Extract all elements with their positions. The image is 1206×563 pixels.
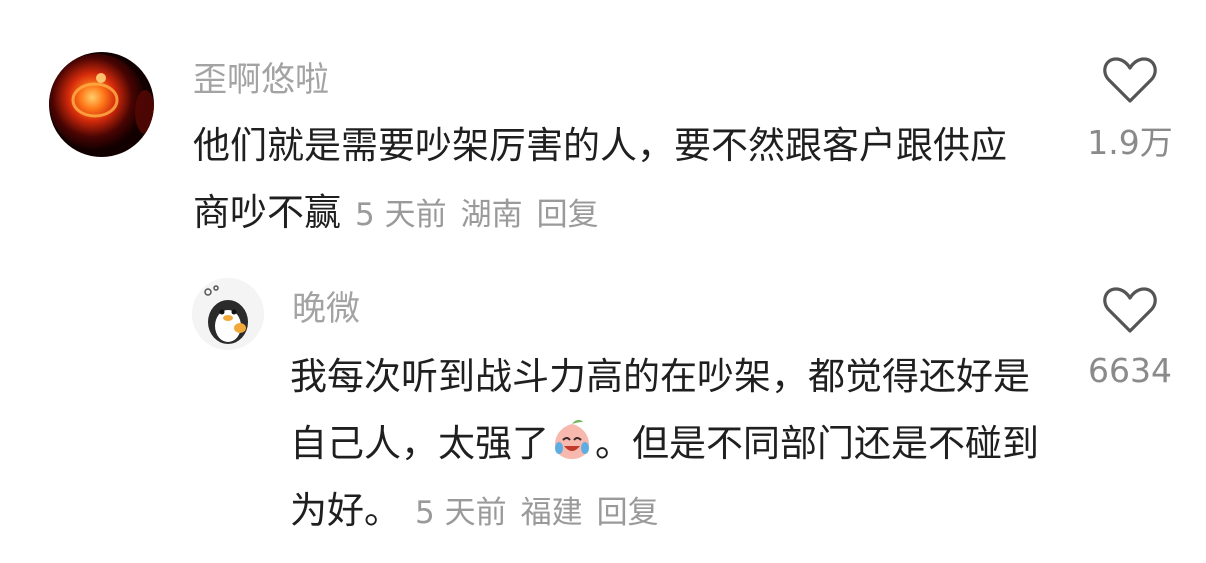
avatar[interactable]: [49, 52, 154, 157]
reply-button[interactable]: 回复: [597, 495, 659, 531]
heart-icon: [1103, 57, 1157, 103]
like-button[interactable]: 1.9万: [1085, 55, 1175, 163]
comment-location: 湖南: [460, 197, 523, 233]
reply-item: 晚微 我每次听到战斗力高的在吵架，都觉得还好是自己人，太强了 。但是不同部门还是…: [0, 260, 1206, 563]
comment-meta: 5 天前 湖南 回复: [355, 197, 613, 233]
reply-meta: 5 天前 福建 回复: [415, 495, 673, 531]
comment-username[interactable]: 歪啊悠啦: [193, 60, 329, 100]
like-count: 1.9万: [1087, 123, 1173, 162]
penguin-avatar-image: [192, 278, 264, 350]
crying-laughing-peach-emoji-icon: [555, 419, 589, 459]
reply-time: 5 天前: [415, 495, 507, 531]
reply-location: 福建: [520, 495, 583, 531]
comment-item: 歪啊悠啦 他们就是需要吵架厉害的人，要不然跟客户跟供应商吵不赢 5 天前 湖南 回复 …: [0, 0, 1206, 260]
like-button[interactable]: 6634: [1083, 285, 1177, 391]
comment-time: 5 天前: [355, 197, 447, 233]
reply-text: 我每次听到战斗力高的在吵架，都觉得还好是自己人，太强了 。但是不同部门还是不碰到…: [290, 343, 1050, 547]
heart-icon: [1103, 287, 1157, 333]
comment-text: 他们就是需要吵架厉害的人，要不然跟客户跟供应商吵不赢 5 天前 湖南 回复: [193, 112, 1043, 249]
avatar-image: [49, 52, 154, 157]
reply-username[interactable]: 晚微: [292, 289, 360, 329]
avatar[interactable]: [192, 278, 264, 350]
reply-button[interactable]: 回复: [537, 197, 599, 233]
like-count: 6634: [1088, 351, 1172, 390]
comment-thread: 歪啊悠啦 他们就是需要吵架厉害的人，要不然跟客户跟供应商吵不赢 5 天前 湖南 回复 …: [0, 0, 1206, 563]
